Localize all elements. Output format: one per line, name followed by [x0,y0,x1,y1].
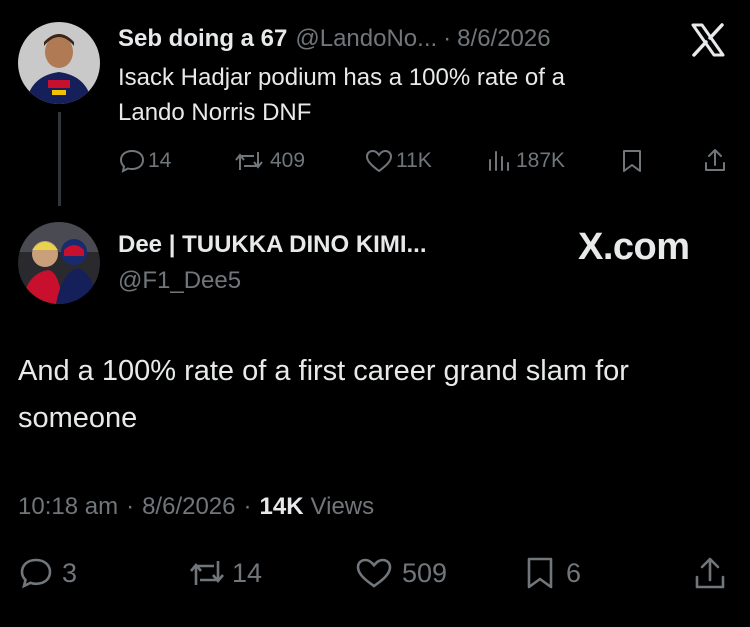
parent-text-line-2: Lando Norris DNF [118,99,312,126]
reply-meta: 10:18 am · 8/6/2026 · 14K Views [18,490,374,524]
parent-reply-button[interactable]: 14 [118,146,171,176]
parent-text-line-1: Isack Hadjar podium has a 100% rate of a [118,64,565,91]
parent-repost-button[interactable]: 409 [232,146,305,176]
reply-display-name[interactable]: Dee | TUUKKA DINO KIMI... [118,228,427,262]
parent-reply-count: 14 [148,149,172,172]
parent-separator: · [443,25,452,52]
reply-meta-separator-1: · [126,493,135,520]
heart-icon [364,148,394,174]
reply-like-count: 509 [402,557,448,588]
parent-date[interactable]: 8/6/2026 [457,25,550,53]
parent-handle[interactable]: @LandoNo... [295,25,437,53]
reply-handle[interactable]: @F1_Dee5 [118,264,241,298]
parent-avatar[interactable] [18,22,100,104]
reply-text-line-1: And a 100% rate of a first career grand … [18,355,629,387]
reply-like-button[interactable]: 509 [354,554,447,592]
x-logo-icon[interactable] [690,22,726,58]
reply-bookmark-count: 6 [566,557,582,588]
share-icon[interactable] [692,554,728,592]
reply-views-count[interactable]: 14K [260,493,304,521]
parent-display-name[interactable]: Seb doing a 67 [118,25,287,53]
bookmark-icon[interactable] [620,148,644,174]
reply-meta-separator-2: · [243,493,252,520]
reply-repost-button[interactable]: 14 [186,554,262,592]
reply-icon [18,556,54,590]
heart-icon [354,556,394,590]
reply-text-line-2: someone [18,402,138,434]
reply-date[interactable]: 8/6/2026 [142,493,235,521]
thread-line [58,112,61,206]
reply-views-label: Views [310,493,375,520]
parent-views-count: 187K [516,149,566,172]
reply-reply-count: 3 [62,557,78,588]
reply-avatar[interactable] [18,222,100,304]
repost-icon [232,148,266,174]
reply-bookmark-button[interactable]: 6 [524,554,581,592]
reply-reply-button[interactable]: 3 [18,554,77,592]
parent-like-button[interactable]: 11K [364,146,432,176]
repost-icon [186,556,228,590]
reply-icon [118,148,146,174]
parent-repost-count: 409 [270,149,306,172]
reply-repost-count: 14 [232,557,263,588]
bookmark-icon [524,555,556,591]
views-icon [486,148,512,174]
share-icon[interactable] [702,146,728,174]
x-com-brand: X.com [578,226,690,268]
reply-time[interactable]: 10:18 am [18,493,118,521]
parent-tweet-text: Isack Hadjar podium has a 100% rate of a… [118,60,565,130]
parent-like-count: 11K [396,149,432,172]
parent-views-button[interactable]: 187K [486,146,565,176]
reply-tweet-text: And a 100% rate of a first career grand … [18,348,629,442]
parent-header: Seb doing a 67 @LandoNo... · 8/6/2026 [118,22,551,56]
